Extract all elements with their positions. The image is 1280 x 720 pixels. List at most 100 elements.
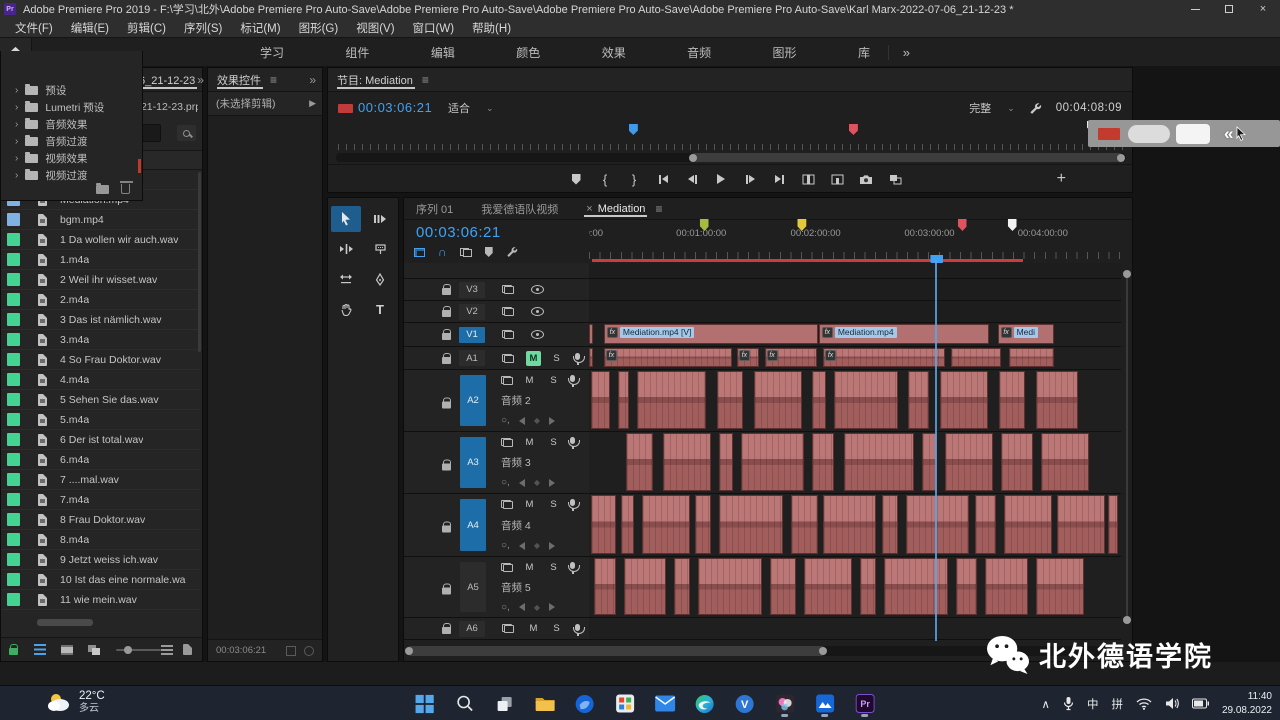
sync-lock-icon[interactable] bbox=[502, 354, 514, 363]
step-forward-button[interactable] bbox=[742, 168, 758, 190]
label-chip[interactable] bbox=[7, 253, 20, 266]
new-custom-bin-icon[interactable] bbox=[96, 185, 109, 194]
prev-keyframe-button[interactable] bbox=[519, 417, 525, 425]
audio-clip[interactable] bbox=[823, 495, 876, 554]
audio-clip[interactable] bbox=[741, 433, 805, 491]
program-ruler[interactable] bbox=[338, 142, 1126, 150]
program-marker[interactable] bbox=[629, 124, 638, 135]
effects-tree-item[interactable]: ›音频过渡 bbox=[1, 134, 142, 149]
lock-icon[interactable] bbox=[442, 288, 451, 295]
sort-icons-button[interactable] bbox=[161, 645, 173, 655]
audio-clip[interactable] bbox=[642, 495, 690, 554]
track-target-V2[interactable]: V2 bbox=[459, 304, 485, 320]
edge-browser-button[interactable] bbox=[693, 690, 717, 718]
solo-button[interactable]: S bbox=[546, 497, 561, 512]
project-item[interactable]: 5.m4a bbox=[1, 410, 200, 430]
audio-clip[interactable]: fx bbox=[604, 348, 732, 367]
sync-lock-icon[interactable] bbox=[501, 376, 513, 385]
project-item[interactable]: 4 So Frau Doktor.wav bbox=[1, 350, 200, 370]
sync-lock-icon[interactable] bbox=[502, 330, 514, 339]
sync-lock-icon[interactable] bbox=[501, 563, 513, 572]
keyframe-type-button[interactable]: ○, bbox=[501, 415, 510, 426]
audio-clip[interactable] bbox=[589, 348, 593, 367]
project-writable-icon[interactable] bbox=[9, 648, 18, 655]
audio-clip[interactable] bbox=[591, 495, 616, 554]
label-chip[interactable] bbox=[7, 373, 20, 386]
timeline-ruler[interactable]: 00:0000:01:00:0000:02:00:0000:03:00:0000… bbox=[589, 220, 1121, 263]
audio-clip[interactable] bbox=[956, 558, 977, 615]
menu-item[interactable]: 帮助(H) bbox=[463, 20, 520, 36]
label-chip[interactable] bbox=[7, 353, 20, 366]
label-chip[interactable] bbox=[7, 493, 20, 506]
sync-lock-icon[interactable] bbox=[502, 307, 514, 316]
workspace-overflow-icon[interactable]: » bbox=[888, 45, 910, 60]
menu-item[interactable]: 文件(F) bbox=[6, 20, 62, 36]
audio-clip[interactable] bbox=[791, 495, 818, 554]
timeline-tab[interactable]: 序列 01 bbox=[416, 198, 453, 219]
audio-clip[interactable] bbox=[985, 558, 1028, 615]
wifi-icon[interactable] bbox=[1136, 698, 1152, 710]
hand-tool[interactable] bbox=[331, 296, 361, 322]
timeline-timecode[interactable]: 00:03:06:21 bbox=[416, 224, 501, 241]
menu-item[interactable]: 编辑(E) bbox=[62, 20, 118, 36]
audio-clip[interactable] bbox=[1036, 558, 1084, 615]
audio-clip[interactable] bbox=[637, 371, 706, 429]
project-item[interactable]: 3 Das ist nämlich.wav bbox=[1, 310, 200, 330]
audio-clip[interactable] bbox=[695, 495, 711, 554]
marker-icon[interactable] bbox=[485, 247, 493, 257]
label-chip[interactable] bbox=[7, 413, 20, 426]
add-keyframe-button[interactable]: ◆ bbox=[534, 541, 540, 550]
effects-tree-item[interactable]: ›音频效果 bbox=[1, 117, 142, 132]
label-chip[interactable] bbox=[7, 553, 20, 566]
panel-menu-icon[interactable]: ≡ bbox=[422, 73, 429, 87]
mark-out-button[interactable]: } bbox=[626, 168, 642, 190]
label-chip[interactable] bbox=[7, 593, 20, 606]
weather-widget[interactable]: 22°C 多云 bbox=[46, 689, 105, 716]
mute-button[interactable]: M bbox=[522, 435, 537, 450]
prev-keyframe-button[interactable] bbox=[519, 479, 525, 487]
audio-clip[interactable] bbox=[674, 558, 690, 615]
audio-clip[interactable] bbox=[621, 495, 634, 554]
timeline-tab[interactable]: 我爱德语队视频 bbox=[481, 198, 558, 219]
vertical-zoom-handle[interactable] bbox=[1123, 270, 1131, 278]
keyframe-type-button[interactable]: ○, bbox=[501, 477, 510, 488]
mic-icon[interactable] bbox=[575, 353, 580, 360]
project-hscrollbar[interactable] bbox=[37, 619, 93, 626]
project-item[interactable]: 2.m4a bbox=[1, 290, 200, 310]
chevron-right-icon[interactable]: › bbox=[15, 119, 18, 130]
mute-button[interactable]: M bbox=[526, 621, 541, 636]
button-editor-button[interactable]: + bbox=[1057, 168, 1066, 190]
in-out-icon[interactable] bbox=[286, 646, 296, 656]
delete-icon[interactable] bbox=[121, 184, 130, 194]
ime-mode-button[interactable]: 拼 bbox=[1111, 696, 1123, 712]
audio-clip[interactable] bbox=[999, 371, 1026, 429]
scroll-handle[interactable] bbox=[1117, 154, 1125, 162]
zoom-icon[interactable] bbox=[304, 646, 314, 656]
zoom-handle[interactable] bbox=[819, 647, 827, 655]
audio-clip[interactable] bbox=[882, 495, 898, 554]
project-vscrollbar[interactable] bbox=[198, 172, 201, 352]
video-clip[interactable]: fxMediation.mp4 [V] bbox=[604, 324, 818, 344]
chevron-right-icon[interactable]: › bbox=[15, 85, 18, 96]
timeline-vscrollbar[interactable] bbox=[1126, 276, 1128, 616]
label-chip[interactable] bbox=[7, 273, 20, 286]
label-chip[interactable] bbox=[7, 333, 20, 346]
audio-clip[interactable]: fx bbox=[765, 348, 817, 367]
microphone-icon[interactable] bbox=[1063, 696, 1074, 711]
clock[interactable]: 11:40 29.08.2022 bbox=[1222, 690, 1272, 717]
mic-icon[interactable] bbox=[570, 499, 575, 506]
track-target-A3[interactable]: A3 bbox=[460, 437, 486, 488]
label-chip[interactable] bbox=[7, 573, 20, 586]
timeline-settings-wrench-icon[interactable] bbox=[506, 246, 518, 258]
ime-language-button[interactable]: 中 bbox=[1087, 696, 1099, 712]
mute-button[interactable]: M bbox=[526, 351, 541, 366]
go-to-in-button[interactable] bbox=[655, 168, 671, 190]
audio-clip[interactable] bbox=[698, 558, 762, 615]
file-explorer-button[interactable] bbox=[533, 690, 557, 718]
audio-clip[interactable] bbox=[770, 558, 797, 615]
v-app-button[interactable]: V bbox=[733, 690, 757, 718]
mic-icon[interactable] bbox=[570, 437, 575, 444]
panel-menu-icon[interactable]: ≡ bbox=[270, 73, 277, 87]
project-item[interactable]: 8 Frau Doktor.wav bbox=[1, 510, 200, 530]
track-target-A6[interactable]: A6 bbox=[459, 621, 485, 637]
